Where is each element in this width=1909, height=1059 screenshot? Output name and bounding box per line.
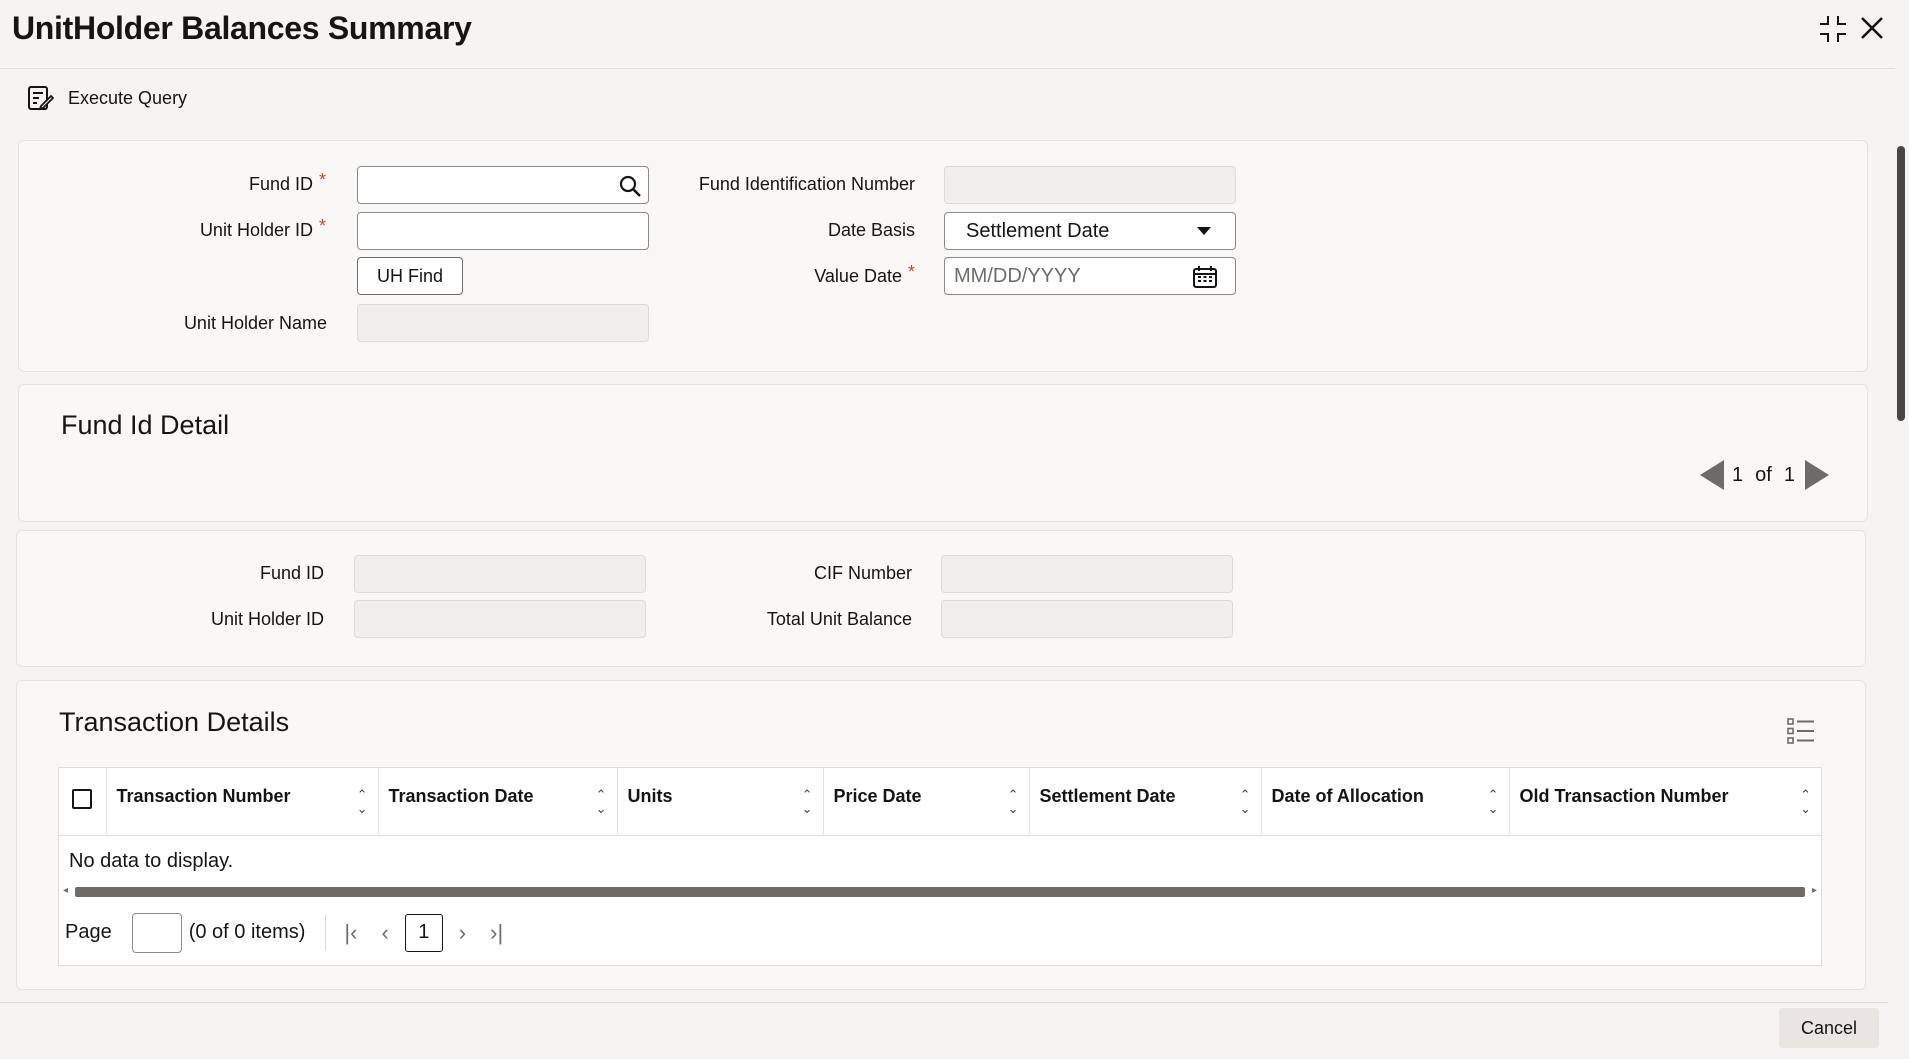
- fund-id-detail-title: Fund Id Detail: [61, 410, 230, 440]
- date-basis-value: Settlement Date: [966, 219, 1110, 242]
- unit-holder-name-field: [357, 304, 649, 342]
- pagination-divider: [325, 914, 327, 951]
- page-number-input[interactable]: [131, 912, 182, 953]
- close-x-icon: [1861, 17, 1883, 39]
- page-label: Page: [65, 921, 112, 943]
- date-basis-label: Date Basis: [827, 220, 915, 240]
- chevron-down-icon: [1197, 227, 1211, 235]
- total-unit-balance-label: Total Unit Balance: [766, 609, 912, 629]
- collapse-icon: [1820, 16, 1846, 42]
- next-page-icon[interactable]: ›: [459, 920, 466, 946]
- column-header-price-date[interactable]: Price Date ⌃ ⌄: [823, 768, 1030, 836]
- select-all-header: [59, 768, 107, 836]
- minimize-icon[interactable]: [1818, 14, 1848, 50]
- detail-fund-id-field: [354, 555, 646, 593]
- next-record-icon[interactable]: [1804, 460, 1829, 490]
- unit-holder-id-input-wrapper: [357, 212, 649, 250]
- sort-icon[interactable]: ⌃ ⌄: [1240, 788, 1251, 816]
- first-page-icon[interactable]: |‹: [344, 920, 357, 946]
- footer-divider: [0, 1002, 1888, 1003]
- column-header-settlement-date[interactable]: Settlement Date ⌃ ⌄: [1029, 768, 1262, 836]
- value-date-input[interactable]: [945, 258, 1235, 294]
- fund-id-detail-pager: 1 of 1: [1700, 460, 1829, 490]
- detail-unit-holder-id-label: Unit Holder ID: [210, 609, 324, 629]
- column-header-transaction-date[interactable]: Transaction Date ⌃ ⌄: [378, 768, 618, 836]
- transaction-details-title: Transaction Details: [59, 707, 290, 737]
- column-manager-icon[interactable]: [1787, 718, 1815, 744]
- column-header-old-transaction-number[interactable]: Old Transaction Number ⌃ ⌄: [1509, 768, 1821, 836]
- required-marker: *: [907, 262, 915, 282]
- last-page-icon[interactable]: ›|: [490, 920, 503, 946]
- fund-id-label: Fund ID *: [248, 170, 326, 194]
- fund-detail-fields-panel: [16, 530, 1866, 667]
- pagination-bar: Page (0 of 0 items) |‹ ‹ 1 › ›|: [59, 901, 1821, 965]
- close-icon[interactable]: [1858, 14, 1886, 48]
- sort-icon[interactable]: ⌃ ⌄: [1488, 788, 1499, 816]
- previous-page-icon[interactable]: ‹: [381, 920, 388, 946]
- page-title: UnitHolder Balances Summary: [12, 10, 472, 46]
- sort-icon[interactable]: ⌃ ⌄: [357, 788, 368, 816]
- sort-icon[interactable]: ⌃ ⌄: [802, 788, 813, 816]
- value-date-input-wrapper: [944, 257, 1236, 295]
- cancel-button[interactable]: Cancel: [1779, 1008, 1879, 1048]
- total-unit-balance-field: [941, 600, 1233, 638]
- sort-icon[interactable]: ⌃ ⌄: [596, 788, 607, 816]
- pager-of: of: [1755, 463, 1772, 486]
- vertical-scrollbar-thumb[interactable]: [1897, 146, 1905, 421]
- header-divider: [0, 68, 1895, 69]
- calendar-icon[interactable]: [1193, 266, 1217, 288]
- table-header-row: Transaction Number ⌃ ⌄ Transaction Date ⌃…: [59, 768, 1821, 836]
- detail-unit-holder-id-field: [354, 600, 646, 638]
- horizontal-scrollbar-thumb[interactable]: [75, 886, 1805, 897]
- scroll-right-icon[interactable]: ▸: [1812, 885, 1817, 896]
- execute-query-button[interactable]: Execute Query: [26, 84, 187, 112]
- vertical-scrollbar[interactable]: [1896, 140, 1906, 1055]
- transaction-details-grid: Transaction Number ⌃ ⌄ Transaction Date ⌃…: [58, 767, 1822, 966]
- detail-fund-id-label: Fund ID: [259, 563, 324, 583]
- sort-icon[interactable]: ⌃ ⌄: [1008, 788, 1019, 816]
- execute-query-icon: [28, 86, 54, 111]
- required-marker: *: [318, 170, 326, 190]
- unit-holder-name-label: Unit Holder Name: [183, 313, 327, 333]
- unit-holder-id-input[interactable]: [358, 213, 648, 249]
- fund-identification-number-field: [944, 166, 1236, 204]
- fund-identification-number-label: Fund Identification Number: [698, 174, 915, 194]
- items-count: (0 of 0 items): [188, 921, 306, 943]
- cif-number-field: [941, 555, 1233, 593]
- no-data-message: No data to display.: [69, 849, 234, 872]
- column-header-units[interactable]: Units ⌃ ⌄: [617, 768, 824, 836]
- date-basis-select[interactable]: Settlement Date: [944, 212, 1236, 250]
- pager-current: 1: [1732, 463, 1744, 486]
- scroll-left-icon[interactable]: ◂: [63, 885, 68, 896]
- value-date-label: Value Date *: [814, 262, 915, 286]
- fund-id-detail-panel: [18, 384, 1868, 522]
- uh-find-button[interactable]: UH Find: [357, 257, 463, 295]
- select-all-checkbox[interactable]: [72, 788, 93, 809]
- previous-record-icon[interactable]: [1700, 460, 1724, 490]
- horizontal-scrollbar[interactable]: ◂ ▸: [63, 883, 1817, 901]
- required-marker: *: [318, 216, 326, 236]
- sort-icon[interactable]: ⌃ ⌄: [1800, 788, 1811, 816]
- pager-total: 1: [1783, 463, 1795, 486]
- cif-number-label: CIF Number: [813, 563, 912, 583]
- column-header-transaction-number[interactable]: Transaction Number ⌃ ⌄: [106, 768, 379, 836]
- unit-holder-id-label: Unit Holder ID *: [199, 216, 326, 240]
- current-page-button[interactable]: 1: [404, 913, 443, 952]
- column-header-date-of-allocation[interactable]: Date of Allocation ⌃ ⌄: [1261, 768, 1510, 836]
- execute-query-label: Execute Query: [68, 87, 188, 108]
